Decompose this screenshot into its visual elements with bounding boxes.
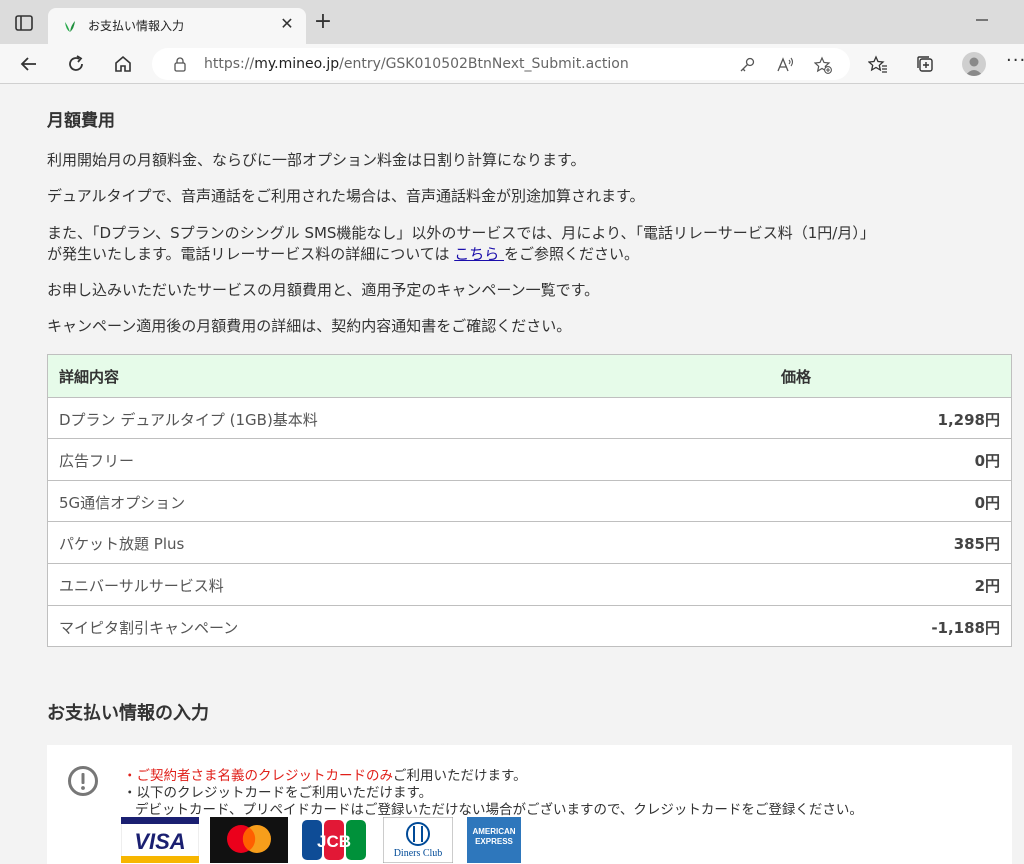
browser-toolbar: https://my.mineo.jp/entry/GSK010502BtnNe… bbox=[0, 44, 1024, 84]
table-row: Dプラン デュアルタイプ (1GB)基本料 1,298円 bbox=[48, 396, 1011, 439]
add-favorite-icon[interactable] bbox=[814, 56, 832, 74]
table-row: 広告フリー 0円 bbox=[48, 438, 1011, 480]
row-item: パケット放題 Plus bbox=[59, 535, 185, 554]
header-item: 詳細内容 bbox=[59, 368, 120, 386]
profile-avatar[interactable] bbox=[962, 52, 986, 76]
row-item: ユニバーサルサービス料 bbox=[59, 576, 224, 595]
relay-service-link[interactable]: こちら bbox=[454, 245, 504, 263]
payment-note-3: デビットカード、プリペイドカードはご登録いただけない場合がございますので、クレジ… bbox=[135, 802, 863, 818]
row-price: -1,188円 bbox=[931, 618, 1000, 637]
monthly-note-5: キャンペーン適用後の月額費用の詳細は、契約内容通知書をご確認ください。 bbox=[47, 317, 572, 335]
new-tab-icon[interactable]: + bbox=[312, 11, 334, 34]
home-icon[interactable] bbox=[112, 53, 134, 75]
collections-icon[interactable] bbox=[915, 54, 935, 74]
amex-logo: AMERICAN EXPRESS bbox=[467, 817, 521, 863]
back-icon[interactable] bbox=[18, 53, 40, 75]
payment-notice-box: ・ご契約者さま名義のクレジットカードのみご利用いただけます。 ・以下のクレジット… bbox=[47, 745, 1012, 864]
header-price: 価格 bbox=[781, 368, 812, 386]
monthly-note-4: お申し込みいただいたサービスの月額費用と、適用予定のキャンペーン一覧です。 bbox=[47, 281, 600, 299]
refresh-icon[interactable] bbox=[65, 53, 87, 75]
tab-actions-icon[interactable] bbox=[14, 14, 34, 32]
table-row: ユニバーサルサービス料 2円 bbox=[48, 562, 1011, 605]
row-item: マイピタ割引キャンペーン bbox=[59, 618, 239, 637]
jcb-text: JCB bbox=[317, 832, 351, 851]
amex-text: AMERICAN EXPRESS bbox=[472, 827, 516, 846]
visa-logo: VISA bbox=[120, 816, 200, 864]
mineo-favicon-icon bbox=[65, 21, 75, 32]
read-aloud-icon[interactable] bbox=[776, 56, 794, 74]
address-bar[interactable]: https://my.mineo.jp/entry/GSK010502BtnNe… bbox=[152, 48, 850, 80]
page-content: 月額費用 利用開始月の月額料金、ならびに一部オプション料金は日割り計算になります… bbox=[0, 85, 1024, 864]
url-text[interactable]: https://my.mineo.jp/entry/GSK010502BtnNe… bbox=[204, 56, 629, 72]
info-alert-icon bbox=[68, 766, 98, 796]
row-price: 385円 bbox=[953, 535, 1000, 554]
minimize-window-icon[interactable] bbox=[970, 12, 994, 28]
more-menu-icon[interactable]: ··· bbox=[1006, 50, 1024, 71]
tab-title: お支払い情報入力 bbox=[88, 19, 185, 33]
monthly-note-1: 利用開始月の月額料金、ならびに一部オプション料金は日割り計算になります。 bbox=[47, 151, 586, 169]
url-path: /entry/GSK010502BtnNext_Submit.action bbox=[339, 56, 629, 72]
diners-text: Diners Club bbox=[394, 848, 443, 859]
fee-table-header: 詳細内容 価格 bbox=[48, 355, 1011, 397]
visa-text: VISA bbox=[134, 829, 185, 854]
table-row: パケット放題 Plus 385円 bbox=[48, 521, 1011, 563]
row-item: Dプラン デュアルタイプ (1GB)基本料 bbox=[59, 410, 318, 429]
favorites-icon[interactable] bbox=[868, 54, 888, 74]
tab-strip: お支払い情報入力 ✕ + bbox=[0, 0, 1024, 44]
fee-table: 詳細内容 価格 Dプラン デュアルタイプ (1GB)基本料 1,298円 広告フ… bbox=[47, 354, 1012, 648]
monthly-note-3-line2-post: をご参照ください。 bbox=[504, 245, 640, 263]
diners-club-logo: Diners Club bbox=[382, 816, 454, 864]
payment-section-title: お支払い情報の入力 bbox=[47, 703, 209, 724]
monthly-note-2: デュアルタイプで、音声通話をご利用された場合は、音声通話料金が別途加算されます。 bbox=[47, 187, 645, 205]
monthly-fee-title: 月額費用 bbox=[47, 111, 115, 131]
close-tab-icon[interactable]: ✕ bbox=[278, 14, 296, 34]
mastercard-logo bbox=[210, 817, 288, 863]
monthly-note-3: また、「Dプラン、Sプランのシングル SMS機能なし」以外のサービスでは、月によ… bbox=[47, 223, 1007, 265]
row-price: 0円 bbox=[974, 452, 1000, 471]
url-host: my.mineo.jp bbox=[254, 56, 340, 72]
url-prefix: https:// bbox=[204, 56, 255, 72]
monthly-note-3-line2-pre: が発生いたします。電話リレーサービス料の詳細については bbox=[47, 245, 455, 263]
row-price: 0円 bbox=[974, 493, 1000, 512]
row-item: 広告フリー bbox=[59, 452, 135, 471]
jcb-logo: JCB bbox=[299, 817, 369, 863]
row-price: 1,298円 bbox=[937, 410, 1000, 429]
monthly-note-3-line1: また、「Dプラン、Sプランのシングル SMS機能なし」以外のサービスでは、月によ… bbox=[47, 224, 875, 242]
row-item: 5G通信オプション bbox=[59, 493, 186, 512]
table-row: マイピタ割引キャンペーン -1,188円 bbox=[48, 604, 1011, 647]
profile-icon bbox=[965, 57, 983, 76]
active-tab[interactable]: お支払い情報入力 ✕ bbox=[48, 8, 306, 44]
lock-icon[interactable] bbox=[172, 56, 188, 72]
table-row: 5G通信オプション 0円 bbox=[48, 479, 1011, 522]
key-icon[interactable] bbox=[738, 56, 756, 74]
row-price: 2円 bbox=[974, 576, 1000, 595]
